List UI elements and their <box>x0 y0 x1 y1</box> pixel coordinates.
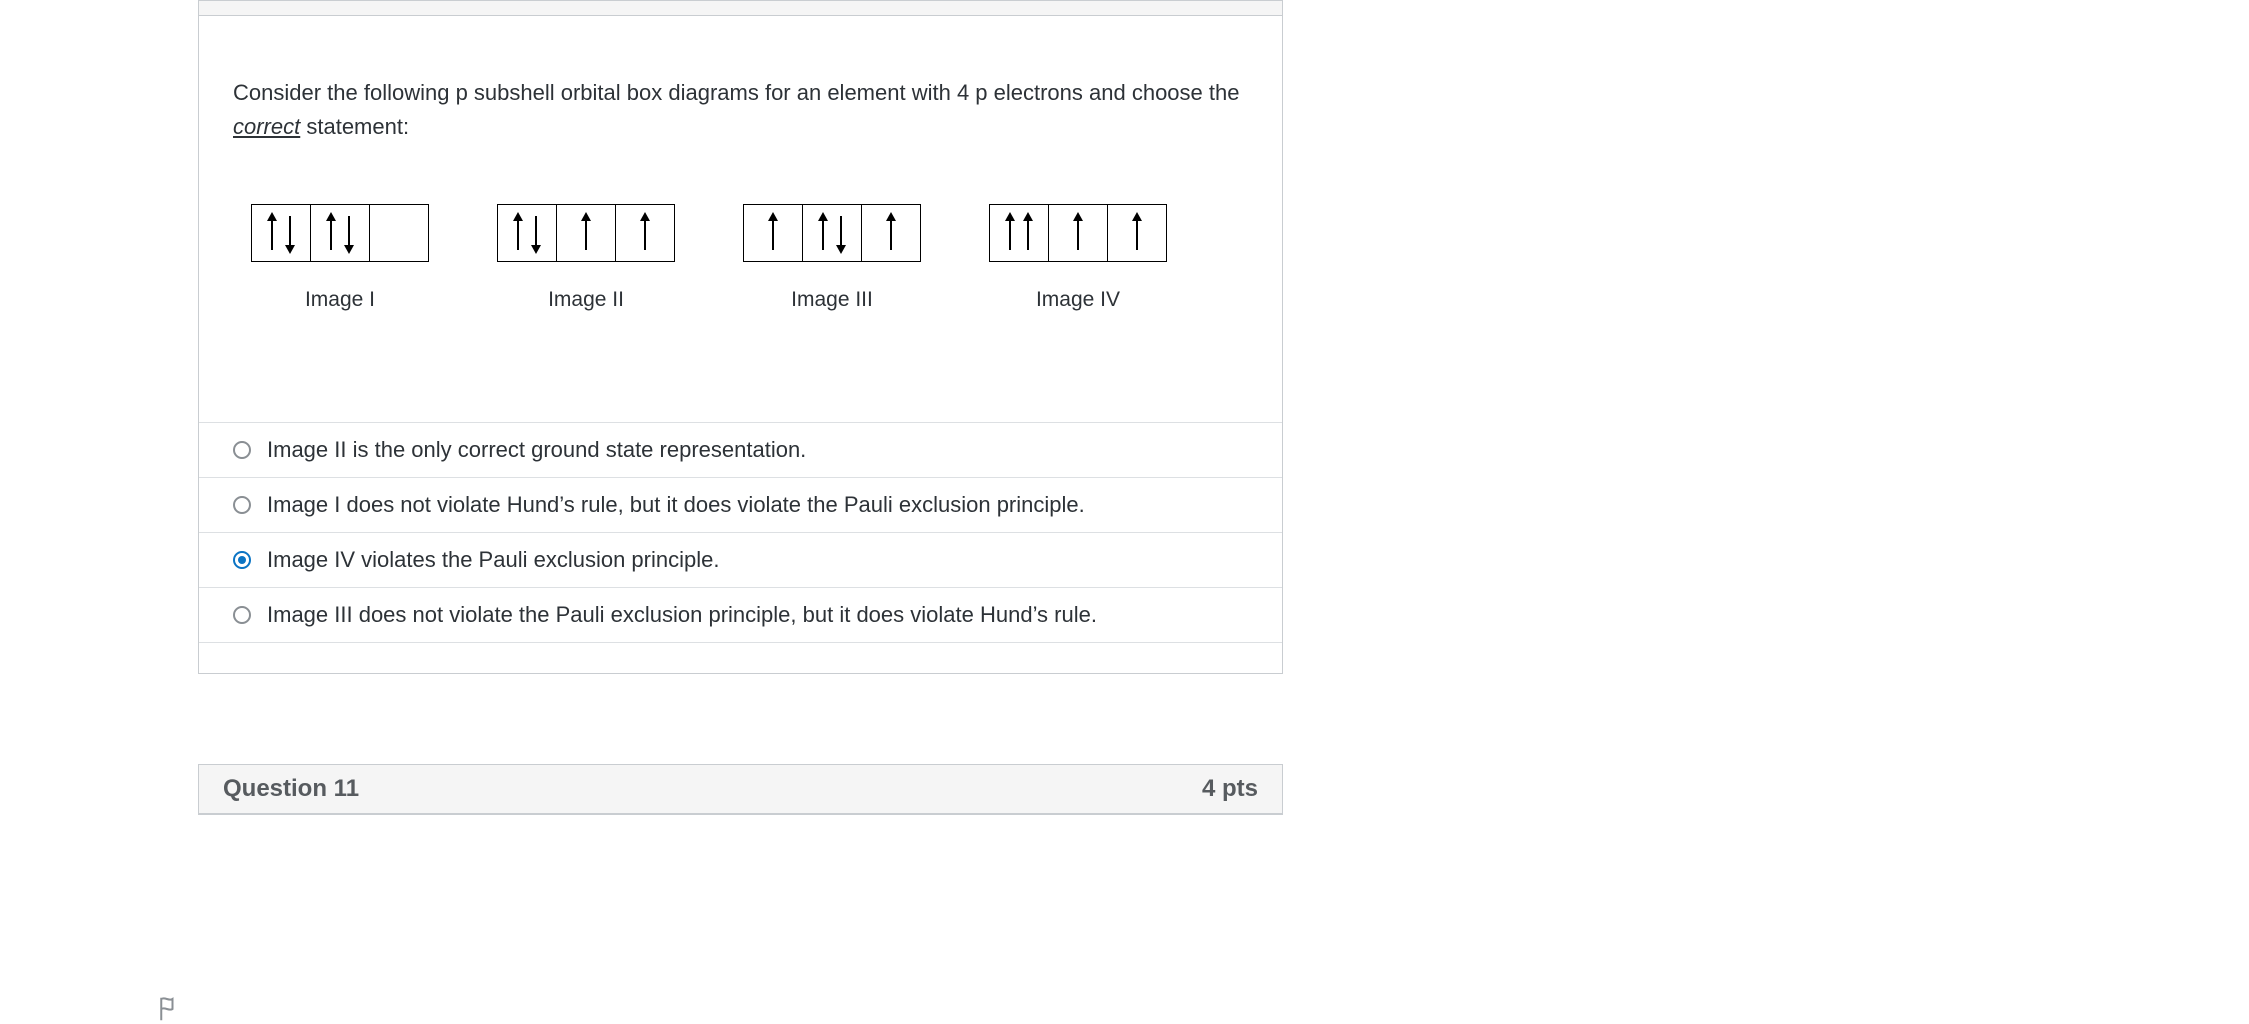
answer-option-text: Image IV violates the Pauli exclusion pr… <box>267 547 719 573</box>
orbital-diagram: Image II <box>497 204 675 312</box>
prompt-emphasis: correct <box>233 114 300 139</box>
card-header-strip <box>199 1 1282 16</box>
orbital-box-row <box>989 204 1167 262</box>
orbital-box-row <box>251 204 429 262</box>
diagram-label: Image III <box>791 288 873 312</box>
orbital-diagram: Image I <box>251 204 429 312</box>
radio-dot-icon <box>238 556 246 564</box>
arrow-up-icon <box>639 212 651 254</box>
answer-option-text: Image I does not violate Hund’s rule, bu… <box>267 492 1085 518</box>
orbital-box <box>744 205 803 261</box>
radio-button[interactable] <box>233 496 251 514</box>
arrow-up-icon <box>325 212 337 254</box>
next-question-card: Question 11 4 pts <box>198 764 1283 815</box>
arrow-down-icon <box>284 212 296 254</box>
radio-button[interactable] <box>233 441 251 459</box>
next-question-header: Question 11 4 pts <box>199 765 1282 814</box>
arrow-up-icon <box>1131 212 1143 254</box>
arrow-up-icon <box>1022 212 1034 254</box>
orbital-box <box>252 205 311 261</box>
orbital-box <box>311 205 370 261</box>
flag-icon[interactable] <box>155 994 185 1015</box>
next-question-title: Question 11 <box>223 775 359 803</box>
next-question-points: 4 pts <box>1202 775 1258 803</box>
answer-option[interactable]: Image II is the only correct ground stat… <box>199 422 1282 477</box>
answer-option-text: Image II is the only correct ground stat… <box>267 437 806 463</box>
arrow-up-icon <box>512 212 524 254</box>
orbital-box <box>616 205 674 261</box>
arrow-up-icon <box>767 212 779 254</box>
orbital-box-row <box>497 204 675 262</box>
orbital-box <box>862 205 920 261</box>
radio-button[interactable] <box>233 551 251 569</box>
arrow-up-icon <box>817 212 829 254</box>
diagram-label: Image I <box>305 288 375 312</box>
orbital-box <box>557 205 616 261</box>
arrow-down-icon <box>343 212 355 254</box>
arrow-up-icon <box>580 212 592 254</box>
arrow-up-icon <box>885 212 897 254</box>
answer-option[interactable]: Image I does not violate Hund’s rule, bu… <box>199 477 1282 532</box>
diagram-label: Image II <box>548 288 624 312</box>
orbital-diagram: Image IV <box>989 204 1167 312</box>
orbital-diagram: Image III <box>743 204 921 312</box>
orbital-box-row <box>743 204 921 262</box>
question-card: Consider the following p subshell orbita… <box>198 0 1283 674</box>
answer-options: Image II is the only correct ground stat… <box>199 422 1282 643</box>
answer-option-text: Image III does not violate the Pauli exc… <box>267 602 1097 628</box>
arrow-down-icon <box>530 212 542 254</box>
orbital-box <box>1108 205 1166 261</box>
orbital-box <box>990 205 1049 261</box>
prompt-text-1: Consider the following p subshell orbita… <box>233 80 1239 105</box>
orbital-box <box>803 205 862 261</box>
arrow-up-icon <box>1072 212 1084 254</box>
orbital-box <box>370 205 428 261</box>
diagram-label: Image IV <box>1036 288 1120 312</box>
arrow-up-icon <box>1004 212 1016 254</box>
arrow-down-icon <box>835 212 847 254</box>
prompt-text-2: statement: <box>300 114 409 139</box>
arrow-up-icon <box>266 212 278 254</box>
answer-option[interactable]: Image IV violates the Pauli exclusion pr… <box>199 532 1282 587</box>
orbital-box <box>1049 205 1108 261</box>
orbital-diagrams-row: Image I Image II Image III Image IV <box>251 204 1248 312</box>
radio-button[interactable] <box>233 606 251 624</box>
question-prompt: Consider the following p subshell orbita… <box>233 76 1248 144</box>
card-body: Consider the following p subshell orbita… <box>199 16 1282 673</box>
orbital-box <box>498 205 557 261</box>
answer-option[interactable]: Image III does not violate the Pauli exc… <box>199 587 1282 643</box>
